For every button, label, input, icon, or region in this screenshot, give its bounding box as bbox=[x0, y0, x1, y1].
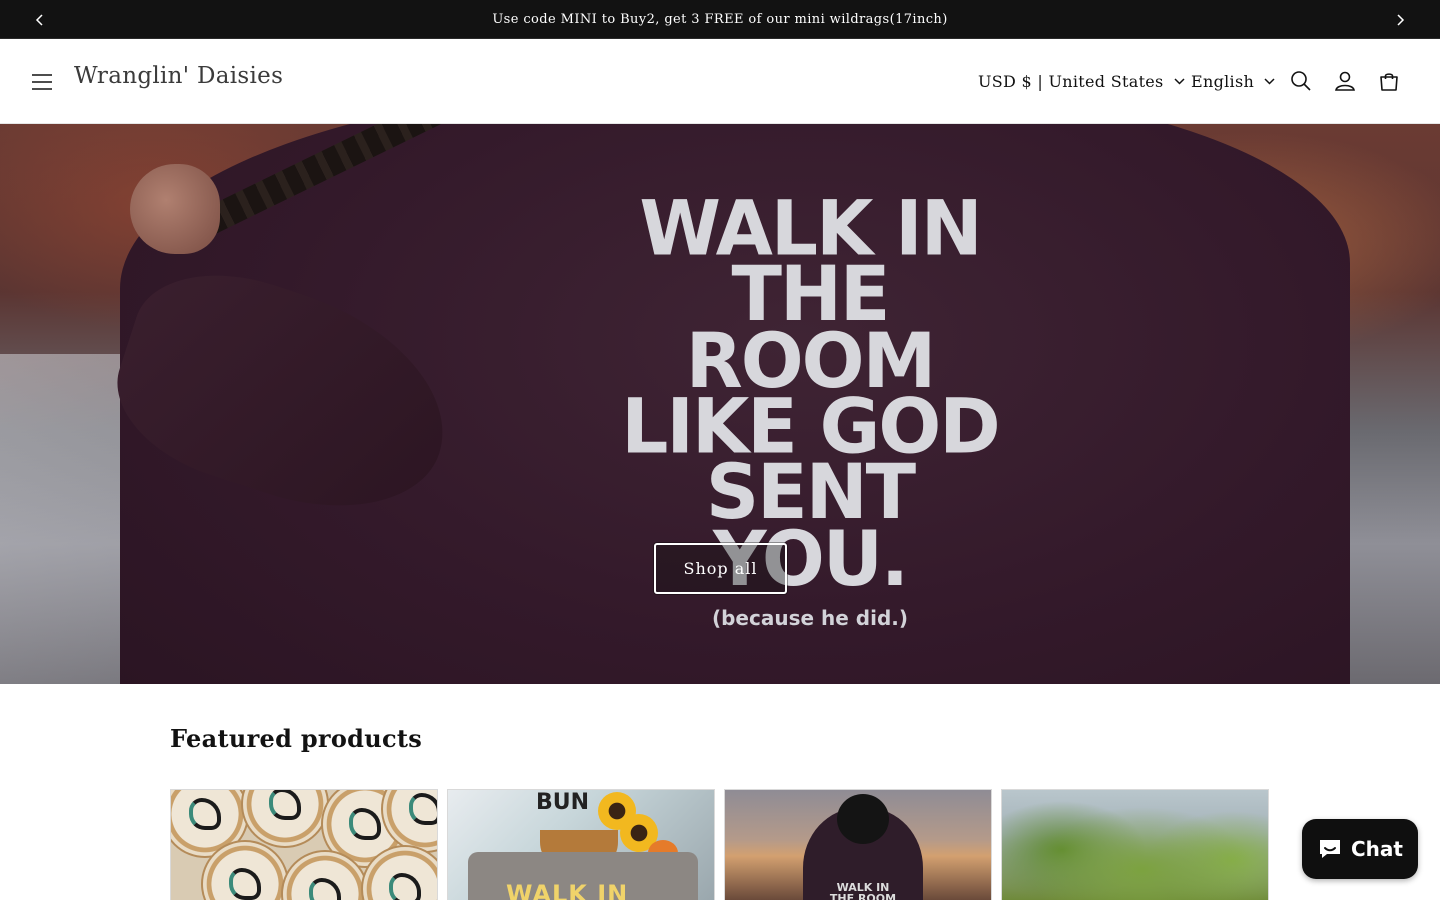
menu-button[interactable] bbox=[26, 66, 58, 98]
shirt-print-text: WALK IN bbox=[506, 880, 629, 900]
announcement-next-button[interactable] bbox=[1380, 0, 1420, 39]
product-card[interactable]: WALK IN THE ROOM bbox=[724, 789, 992, 900]
announcement-bar: Use code MINI to Buy2, get 3 FREE of our… bbox=[0, 0, 1440, 39]
country-selector-label: USD $ | United States bbox=[978, 71, 1164, 91]
country-selector[interactable]: USD $ | United States bbox=[978, 67, 1185, 95]
hero-subline: (because he did.) bbox=[711, 606, 909, 630]
person-head bbox=[837, 794, 889, 844]
cart-button[interactable] bbox=[1371, 63, 1407, 99]
announcement-prev-button[interactable] bbox=[20, 0, 60, 39]
hamburger-menu-icon bbox=[32, 74, 52, 90]
search-button[interactable] bbox=[1283, 63, 1319, 99]
sweater-print-text: WALK IN THE ROOM bbox=[829, 881, 897, 900]
language-selector-label: English bbox=[1191, 71, 1255, 91]
chat-label: Chat bbox=[1351, 837, 1403, 861]
hero-hand bbox=[130, 164, 220, 254]
account-icon bbox=[1335, 71, 1355, 91]
product-image-text: BUN bbox=[536, 790, 590, 815]
search-icon bbox=[1291, 71, 1311, 91]
chevron-down-icon bbox=[1264, 77, 1275, 85]
patch-image bbox=[241, 790, 329, 848]
product-image: BUN WALK IN bbox=[448, 790, 714, 900]
product-card[interactable]: BUN WALK IN bbox=[447, 789, 715, 900]
chevron-right-icon bbox=[1397, 13, 1405, 26]
hero-banner: WALK IN THE ROOM LIKE GOD SENT YOU. (bec… bbox=[0, 124, 1440, 684]
chat-bubble-icon bbox=[1320, 840, 1340, 858]
shop-all-button[interactable]: Shop all bbox=[654, 543, 787, 594]
product-image: WALK IN THE ROOM bbox=[725, 790, 991, 900]
language-selector[interactable]: English bbox=[1191, 67, 1275, 95]
chevron-left-icon bbox=[35, 13, 43, 26]
chat-button[interactable]: Chat bbox=[1302, 819, 1418, 879]
cart-icon bbox=[1380, 73, 1398, 91]
account-button[interactable] bbox=[1327, 63, 1363, 99]
product-card[interactable] bbox=[1001, 789, 1269, 900]
hero-line-2: THE ROOM bbox=[685, 250, 936, 406]
product-image bbox=[1002, 790, 1268, 900]
product-card[interactable] bbox=[170, 789, 438, 900]
announcement-text: Use code MINI to Buy2, get 3 FREE of our… bbox=[492, 11, 948, 27]
site-header: Wranglin' Daisies USD $ | United States … bbox=[0, 39, 1440, 124]
chevron-down-icon bbox=[1174, 77, 1185, 85]
product-image bbox=[171, 790, 437, 900]
brand-logo-link[interactable]: Wranglin' Daisies bbox=[74, 63, 283, 89]
featured-products-title: Featured products bbox=[170, 724, 423, 753]
